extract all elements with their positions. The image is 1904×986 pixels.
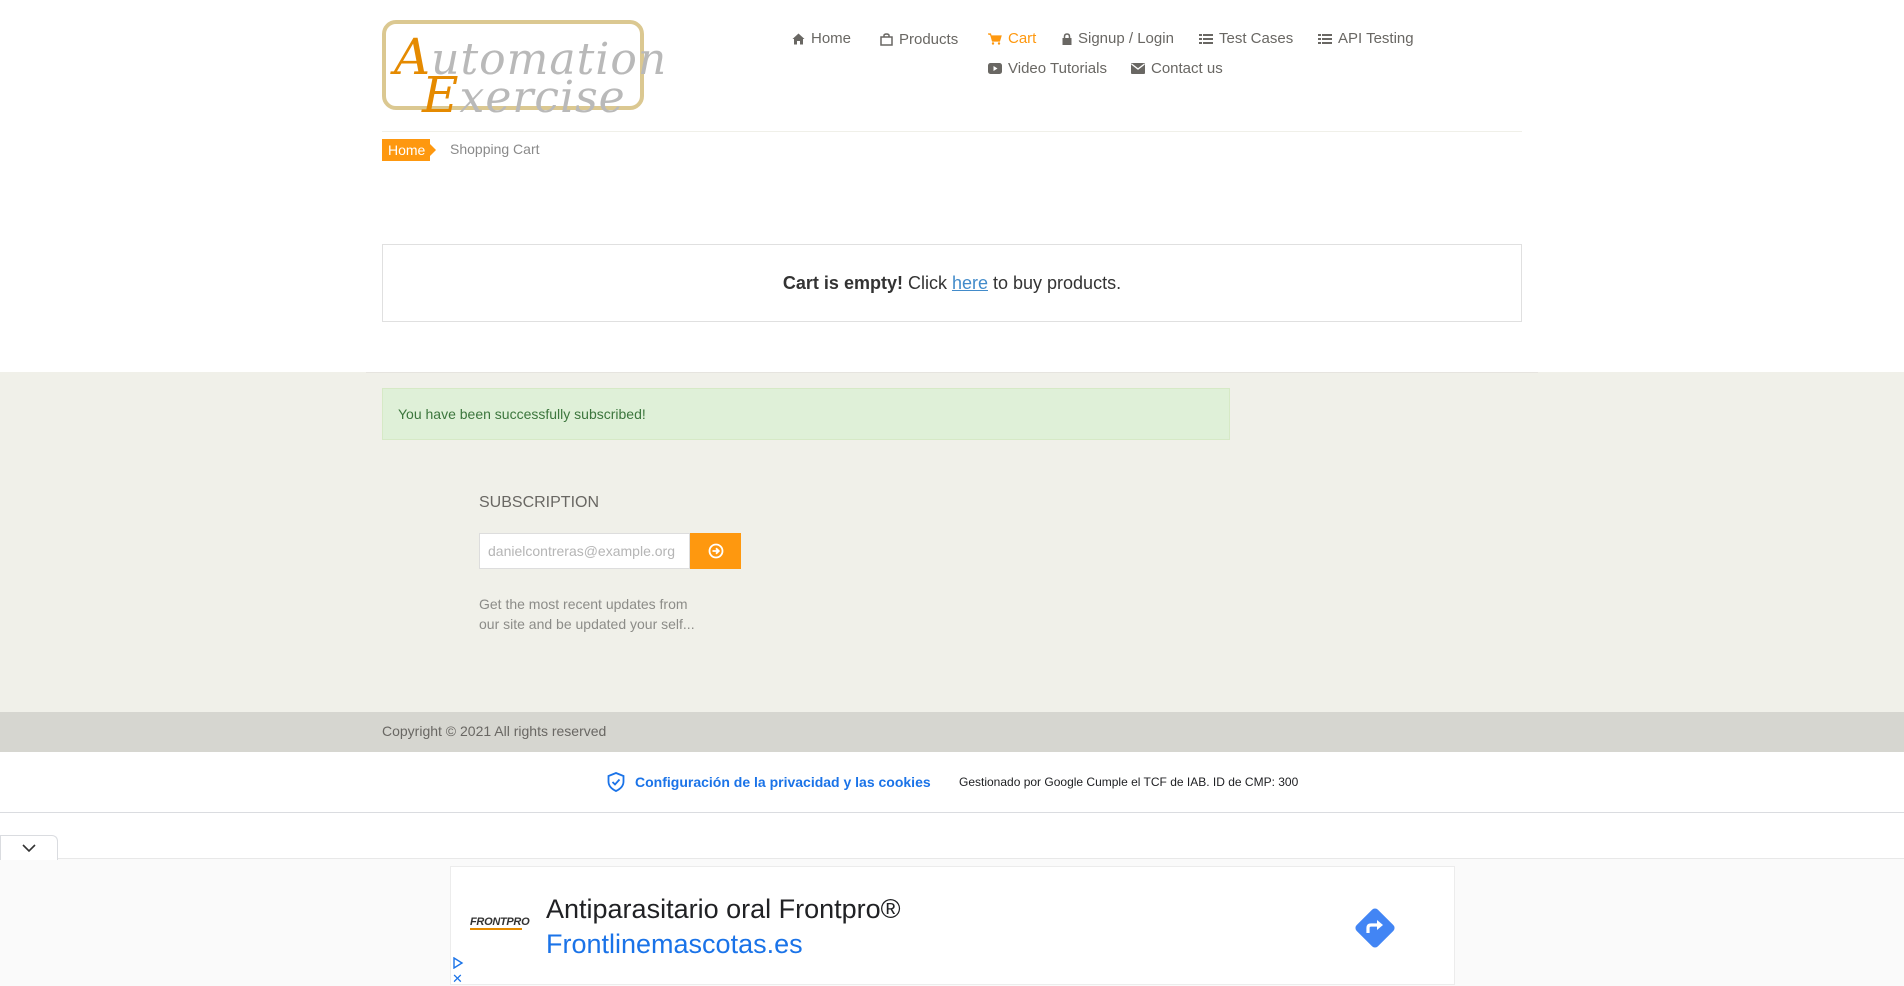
ad-domain[interactable]: Frontlinemascotas.es	[546, 929, 803, 960]
nav-cart[interactable]: Cart	[988, 30, 1036, 47]
chevron-down-icon	[22, 843, 36, 852]
nav-test-cases-label: Test Cases	[1219, 30, 1294, 47]
lock-icon	[1062, 32, 1072, 45]
footer-bottom-bar	[0, 712, 1904, 752]
privacy-settings-label: Configuración de la privacidad y las coo…	[635, 774, 931, 790]
logo-line-2-cap: E	[422, 66, 460, 124]
shopping-cart-icon	[988, 32, 1002, 45]
logo-line-2: Exercise	[422, 66, 626, 124]
privacy-bar	[0, 752, 1904, 813]
subscription-success-alert: You have been successfully subscribed!	[382, 388, 1230, 440]
shield-check-icon	[607, 772, 625, 792]
nav-products-label: Products	[899, 31, 959, 48]
nav-video-tutorials[interactable]: Video Tutorials	[988, 60, 1107, 77]
nav-home-label: Home	[811, 30, 852, 47]
ad-title[interactable]: Antiparasitario oral Frontpro®	[546, 894, 901, 925]
nav-home[interactable]: Home	[792, 30, 851, 47]
privacy-cmp-note: Gestionado por Google Cumple el TCF de I…	[959, 775, 1299, 789]
copyright-text: Copyright © 2021 All rights reserved	[382, 723, 607, 739]
list-icon	[1318, 33, 1332, 44]
empty-cart-after-text: to buy products.	[993, 272, 1122, 293]
ad-collapse-toggle[interactable]	[0, 835, 58, 860]
subscription-email-input[interactable]	[479, 533, 690, 569]
nav-signup-login[interactable]: Signup / Login	[1062, 30, 1174, 47]
arrow-circle-right-icon	[708, 543, 723, 559]
ad-brand-logo: FRONTPRO	[470, 916, 530, 928]
footer-divider	[366, 372, 1538, 373]
privacy-settings-link[interactable]: Configuración de la privacidad y las coo…	[607, 772, 931, 792]
nav-products[interactable]: Products	[880, 31, 958, 48]
nav-contact-us[interactable]: Contact us	[1131, 60, 1223, 77]
empty-cart-heading: Cart is empty!	[782, 272, 903, 293]
header-divider	[382, 131, 1522, 132]
nav-cart-label: Cart	[1008, 30, 1037, 47]
subscription-description: Get the most recent updates from our sit…	[479, 596, 695, 632]
list-icon	[1199, 33, 1213, 44]
ad-banner[interactable]	[450, 866, 1455, 985]
empty-cart-message: Cart is empty! Click here to buy product…	[382, 244, 1522, 322]
nav-signup-label: Signup / Login	[1078, 30, 1174, 47]
nav-api-testing[interactable]: API Testing	[1318, 30, 1414, 47]
youtube-play-icon	[988, 63, 1002, 74]
subscribe-button[interactable]	[690, 533, 741, 569]
adchoices-icon[interactable]	[452, 957, 464, 969]
nav-test-cases[interactable]: Test Cases	[1199, 30, 1293, 47]
ad-close-icon[interactable]: ✕	[452, 972, 463, 985]
nav-api-testing-label: API Testing	[1338, 30, 1414, 47]
subscription-title: SUBSCRIPTION	[479, 494, 600, 511]
site-logo[interactable]: Automation Exercise	[382, 20, 666, 124]
logo-line-2-rest: xercise	[459, 72, 626, 123]
envelope-icon	[1131, 63, 1145, 74]
nav-video-tutorials-label: Video Tutorials	[1008, 60, 1107, 77]
ad-brand-underline	[470, 928, 522, 930]
buy-products-link[interactable]: here	[952, 273, 988, 294]
breadcrumb-home[interactable]: Home	[382, 139, 436, 161]
breadcrumb-current: Shopping Cart	[450, 141, 540, 157]
empty-cart-click-text: Click	[907, 272, 947, 293]
shopping-bag-icon	[880, 33, 893, 46]
nav-contact-us-label: Contact us	[1151, 60, 1223, 77]
house-icon	[792, 33, 805, 44]
directions-arrow-icon[interactable]	[1350, 903, 1400, 953]
